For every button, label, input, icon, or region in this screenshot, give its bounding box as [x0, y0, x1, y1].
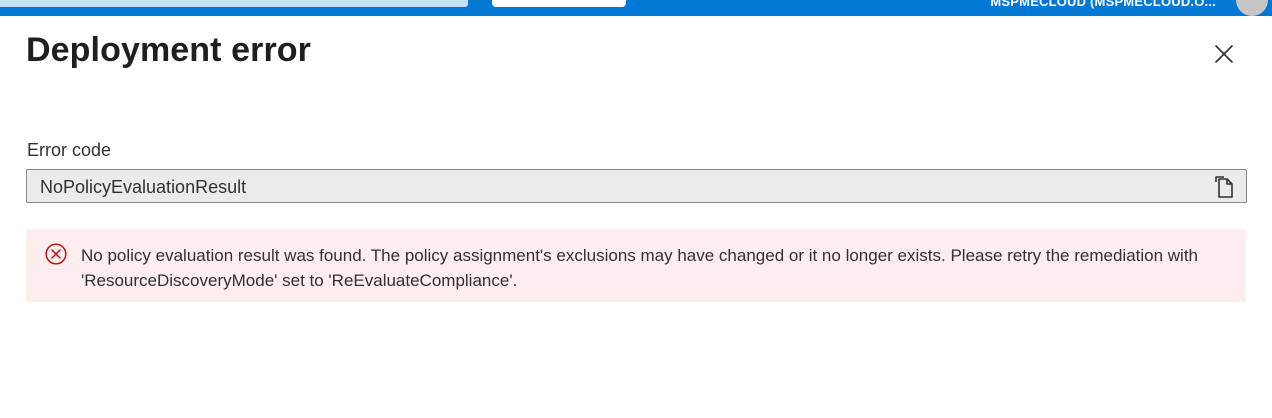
error-code-value: NoPolicyEvaluationResult	[40, 177, 247, 197]
error-circle-icon	[45, 243, 67, 265]
error-message-bar: No policy evaluation result was found. T…	[26, 229, 1246, 302]
error-code-field[interactable]: NoPolicyEvaluationResult	[26, 169, 1247, 203]
global-search-box[interactable]	[0, 0, 468, 7]
copy-icon	[1215, 176, 1233, 198]
close-icon	[1215, 45, 1233, 63]
top-nav-button[interactable]	[492, 0, 626, 7]
close-button[interactable]	[1208, 38, 1240, 70]
top-nav-bar: MSPMECLOUD (MSPMECLOUD.O...	[0, 0, 1272, 16]
error-message-text: No policy evaluation result was found. T…	[81, 246, 1199, 290]
account-directory-label[interactable]: MSPMECLOUD (MSPMECLOUD.O...	[990, 0, 1216, 9]
copy-button[interactable]	[1212, 175, 1236, 199]
page-title: Deployment error	[26, 31, 312, 69]
error-code-label: Error code	[27, 140, 112, 160]
avatar[interactable]	[1236, 0, 1268, 16]
